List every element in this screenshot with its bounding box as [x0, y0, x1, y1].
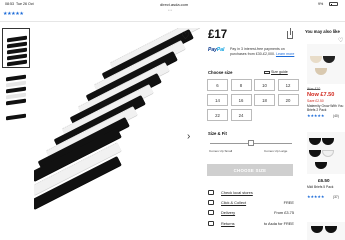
- recommended-review-count: (37): [333, 194, 339, 199]
- more-dots-icon[interactable]: •••: [168, 8, 173, 12]
- choose-size-button[interactable]: CHOOSE SIZE: [207, 164, 293, 176]
- product-image[interactable]: [34, 28, 200, 234]
- click-collect-row[interactable]: Click & Collect FREE: [208, 200, 294, 207]
- size-button[interactable]: 10: [254, 79, 275, 91]
- fit-large-label: Comes Up Large: [264, 149, 288, 153]
- recommended-now-price: Now £7.50: [307, 92, 335, 98]
- recommended-product-image[interactable]: [307, 222, 345, 240]
- size-button[interactable]: 14: [207, 94, 228, 106]
- divider: [0, 20, 345, 22]
- recommended-product-name[interactable]: Midi Briefs 5 Pack: [307, 185, 345, 189]
- returns-row[interactable]: Returns to Asda for FREE: [208, 221, 294, 228]
- size-button[interactable]: 6: [207, 79, 228, 91]
- size-button[interactable]: 18: [254, 94, 275, 106]
- thumbnail-1[interactable]: [2, 28, 30, 68]
- delivery-row[interactable]: Delivery From £3.75: [208, 210, 294, 217]
- size-grid: 6 8 10 12 14 16 18 20 22 24: [207, 79, 299, 121]
- wishlist-heart-icon[interactable]: ♡: [338, 37, 343, 44]
- collect-icon: [208, 200, 214, 205]
- battery-level: 9%: [318, 2, 324, 6]
- thumbnail-2[interactable]: [2, 70, 30, 110]
- next-image-arrow-icon[interactable]: ›: [187, 131, 190, 142]
- size-button[interactable]: 16: [230, 94, 252, 106]
- recommended-save-amount: Save £2.50: [307, 99, 324, 103]
- ruler-icon: [264, 70, 270, 74]
- share-icon[interactable]: [287, 28, 293, 39]
- you-may-also-like-title: You may also like: [305, 29, 340, 34]
- size-button[interactable]: 8: [230, 79, 252, 91]
- recommended-rating-stars: ★★★★★: [307, 194, 325, 199]
- store-icon: [208, 190, 214, 195]
- returns-icon: [208, 221, 214, 226]
- fit-small-label: Comes Up Small: [209, 149, 233, 153]
- thumbnail-3[interactable]: [2, 112, 30, 122]
- product-rating-stars[interactable]: ★★★★★: [3, 11, 24, 17]
- url-bar[interactable]: direct.asda.com: [160, 2, 188, 7]
- fit-scale-marker: [248, 140, 254, 146]
- size-button[interactable]: 20: [277, 94, 299, 106]
- size-button[interactable]: 22: [207, 109, 228, 121]
- battery-icon: [329, 2, 338, 6]
- size-guide-link[interactable]: Size guide: [271, 70, 288, 74]
- product-price: £17: [208, 29, 228, 41]
- size-button[interactable]: 12: [277, 79, 299, 91]
- wishlist-heart-icon[interactable]: ♡: [180, 31, 191, 42]
- paypal-learn-more-link[interactable]: Learn more: [276, 52, 294, 56]
- recommended-product-image[interactable]: [307, 44, 345, 84]
- recommended-product-name[interactable]: Maternity Grow With You Briefs 2 Pack: [307, 104, 345, 113]
- recommended-was-price: Was £10: [307, 87, 321, 91]
- recommended-review-count: (40): [333, 113, 339, 118]
- delivery-icon: [208, 210, 214, 215]
- recommended-price: £6.50: [318, 178, 330, 183]
- recommended-rating-stars: ★★★★★: [307, 113, 325, 118]
- paypal-message: Pay in 3 interest-free payments on purch…: [230, 47, 295, 57]
- choose-size-label: Choose size: [208, 70, 233, 75]
- size-button[interactable]: 24: [230, 109, 252, 121]
- recommended-product-image[interactable]: [307, 132, 345, 174]
- paypal-logo: PayPal: [208, 47, 225, 53]
- check-local-stores-row[interactable]: Check local stores: [208, 190, 294, 197]
- status-time: 08:53 Tue 26 Oct: [5, 2, 34, 6]
- size-fit-label: Size & Fit: [208, 131, 227, 136]
